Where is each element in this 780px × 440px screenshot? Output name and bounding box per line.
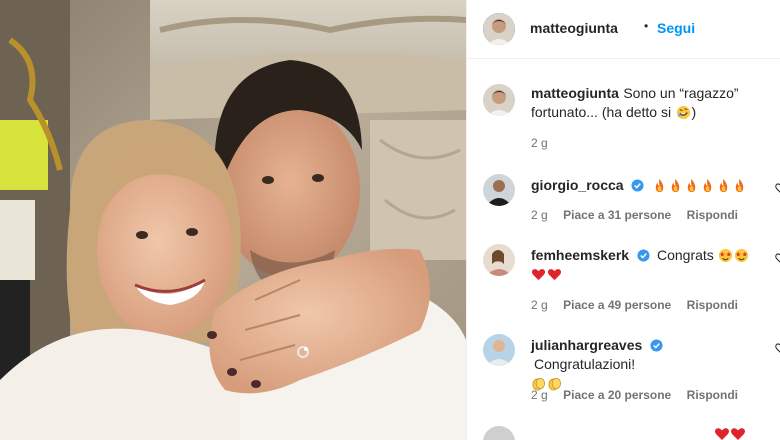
avatar-image [483, 13, 515, 45]
like-heart-icon[interactable] [775, 342, 780, 354]
reply-button[interactable]: Rispondi [687, 298, 738, 312]
comment-likes[interactable]: Piace a 49 persone [563, 298, 671, 312]
caption-text-block: matteogiunta Sono un “ragazzo” fortunato… [531, 84, 771, 122]
fire-emoji-icon [655, 178, 663, 193]
commenter-avatar[interactable] [483, 174, 515, 206]
comment-item: femheemskerk Congrats 2 g Piace a 49 per… [467, 238, 780, 328]
fire-emoji-icon [719, 178, 727, 193]
like-heart-icon[interactable] [775, 252, 780, 264]
caption-time[interactable]: 2 g [531, 136, 548, 150]
caption-text-line2: fortunato... (ha detto si [531, 104, 672, 120]
comment-body: giorgio_rocca [531, 176, 748, 195]
verified-badge-icon [650, 339, 663, 352]
author-username[interactable]: matteogiunta [530, 20, 618, 36]
comment-text: Congratulazioni! [534, 356, 636, 372]
comment-body: julianhargreaves Congratulazioni! [531, 336, 761, 393]
caption-avatar[interactable] [483, 84, 515, 116]
commenter-avatar[interactable] [483, 334, 515, 366]
caption-username[interactable]: matteogiunta [531, 85, 619, 101]
avatar-image [483, 84, 515, 116]
comment-body: femheemskerk Congrats [531, 246, 761, 284]
commenter-avatar[interactable] [483, 244, 515, 276]
comment-username[interactable]: julianhargreaves [531, 337, 642, 353]
comment-time[interactable]: 2 g [531, 388, 548, 402]
red-heart-emoji-icon [531, 269, 546, 281]
follow-button[interactable]: Segui [657, 20, 695, 36]
comment-meta: 2 g Piace a 20 persone Rispondi [531, 386, 738, 404]
avatar-image [483, 244, 515, 276]
post-side-panel: matteogiunta • Segui matteogiunta Sono u… [466, 0, 780, 440]
comment-username[interactable]: giorgio_rocca [531, 177, 624, 193]
header-separator: • [644, 19, 649, 33]
post-caption: matteogiunta Sono un “ragazzo” fortunato… [467, 72, 780, 158]
fire-emoji-icon [735, 178, 743, 193]
comment-item: julianhargreaves Congratulazioni! 2 g Pi… [467, 328, 780, 418]
post-photo [0, 0, 466, 440]
star-struck-emoji-icon [719, 248, 733, 263]
comment-text: Congrats [656, 247, 714, 263]
comment-time[interactable]: 2 g [531, 208, 548, 222]
fire-emoji-icon [703, 178, 711, 193]
caption-text-line1: Sono un “ragazzo” [623, 85, 739, 101]
comment-username[interactable]: femheemskerk [531, 247, 629, 263]
author-avatar[interactable] [483, 13, 515, 45]
verified-badge-icon [631, 179, 644, 192]
avatar-image [483, 174, 515, 206]
reply-button[interactable]: Rispondi [687, 388, 738, 402]
rolling-laughing-emoji-icon [676, 105, 690, 120]
verified-badge-icon [636, 249, 650, 262]
comment-likes[interactable]: Piace a 20 persone [563, 388, 671, 402]
comment-likes[interactable]: Piace a 31 persone [563, 208, 671, 222]
red-heart-emoji-icon [547, 269, 562, 281]
fire-emoji-icon [687, 178, 695, 193]
post-header: matteogiunta • Segui [467, 0, 780, 59]
star-struck-emoji-icon [735, 248, 749, 263]
couple-photo-illustration [0, 0, 466, 440]
comment-time[interactable]: 2 g [531, 298, 548, 312]
like-heart-icon[interactable] [775, 182, 780, 194]
next-comment-avatar[interactable] [483, 426, 515, 440]
comment-emojis [652, 177, 748, 194]
caption-text-end: ) [691, 104, 697, 120]
reply-button[interactable]: Rispondi [687, 208, 738, 222]
comment-meta: 2 g Piace a 49 persone Rispondi [531, 296, 738, 314]
avatar-image [483, 334, 515, 366]
comment-meta: 2 g Piace a 31 persone Rispondi [531, 206, 738, 224]
comment-item: giorgio_rocca 2 g Piace a 31 persone Ris… [467, 168, 780, 238]
fire-emoji-icon [671, 178, 679, 193]
next-comment-hearts-icon [715, 428, 745, 440]
